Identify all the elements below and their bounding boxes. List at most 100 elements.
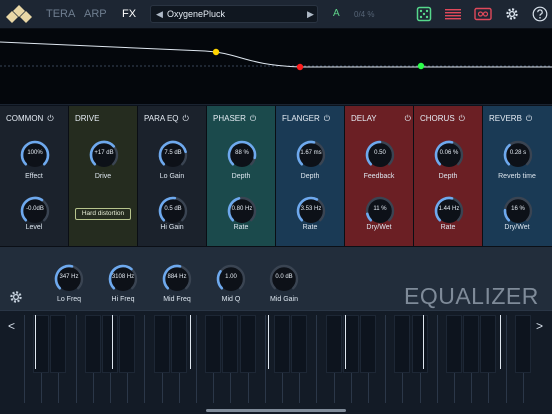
black-key[interactable]: [222, 315, 239, 373]
tab-fx[interactable]: FX: [122, 8, 136, 20]
hi-freq-label: Hi Freq: [111, 296, 135, 303]
lo-freq-knob[interactable]: 347 Hz: [53, 263, 85, 295]
curve-point-1[interactable]: [212, 48, 220, 56]
black-key[interactable]: [50, 315, 67, 373]
mid-freq-value: 884 Hz: [167, 274, 187, 280]
power-icon[interactable]: ⏻: [47, 114, 53, 124]
fx-reverb-panel: REVERB ⏻ 0.28 s Reverb time 16 % Dry/Wet: [483, 106, 552, 246]
black-key[interactable]: [480, 315, 497, 373]
hi-gain-value: 0.5 dB: [164, 206, 182, 212]
piano-keyboard[interactable]: < >: [0, 310, 552, 414]
effect-knob[interactable]: 100%: [19, 139, 51, 171]
lo-freq-label: Lo Freq: [56, 296, 82, 303]
curve-point-3[interactable]: [417, 62, 425, 70]
phaser-rate-knob[interactable]: 0.80 Hz: [226, 195, 258, 227]
tab-arp[interactable]: ARP: [84, 8, 107, 20]
mid-q-knob[interactable]: 1.00: [215, 263, 247, 295]
delay-drywet-knob[interactable]: 11 %: [364, 195, 396, 227]
chorus-depth-knob[interactable]: 0.06 %: [433, 139, 465, 171]
help-icon[interactable]: [532, 6, 548, 22]
black-key[interactable]: [205, 315, 222, 373]
power-icon[interactable]: ⏻: [183, 114, 189, 124]
phaser-depth-knob[interactable]: 88 %: [226, 139, 258, 171]
hard-distortion-button[interactable]: Hard distortion: [75, 208, 131, 220]
black-key[interactable]: [446, 315, 462, 373]
fx-drive-title: DRIVE: [75, 114, 100, 123]
mid-freq-label: Mid Freq: [163, 296, 191, 303]
level-knob[interactable]: -0.0dB: [19, 195, 51, 227]
white-key-edge: [385, 315, 387, 403]
delay-feedback-knob[interactable]: 0.50: [364, 139, 396, 171]
white-key-edge: [75, 315, 77, 403]
preset-selector[interactable]: ◀ OxygenePluck ▶: [150, 5, 318, 23]
hi-gain-label: Hi Gain: [160, 224, 184, 231]
record-icon[interactable]: [474, 6, 492, 22]
flanger-rate-knob[interactable]: 3.53 Hz: [295, 195, 327, 227]
key-marker: [112, 315, 113, 369]
hi-freq-value: 3108 Hz: [111, 274, 135, 280]
key-marker: [35, 315, 36, 369]
black-key[interactable]: [360, 315, 376, 373]
white-key-edge: [144, 315, 146, 403]
mid-q-label: Mid Q: [221, 296, 241, 303]
power-icon[interactable]: ⏻: [250, 114, 256, 124]
home-indicator: [206, 409, 346, 412]
key-marker: [268, 315, 269, 369]
black-key[interactable]: [84, 315, 101, 373]
lo-gain-value: 7.5 dB: [164, 150, 182, 156]
black-key[interactable]: [291, 315, 308, 373]
drive-label: Drive: [94, 173, 112, 180]
black-key[interactable]: [153, 315, 170, 373]
chorus-rate-knob[interactable]: 1.44 Hz: [433, 195, 465, 227]
fx-chorus-panel: CHORUS ⏻ 0.06 % Depth 1.44 Hz Rate: [414, 106, 483, 246]
hi-gain-knob[interactable]: 0.5 dB: [157, 195, 189, 227]
logo-icon[interactable]: [6, 4, 32, 24]
black-key[interactable]: [170, 315, 187, 373]
black-key[interactable]: [463, 315, 480, 373]
black-key[interactable]: [239, 315, 256, 373]
phaser-depth-value: 88 %: [235, 150, 249, 156]
phaser-rate-label: Rate: [233, 224, 249, 231]
black-key[interactable]: [514, 315, 531, 373]
tab-tera[interactable]: TERA: [46, 8, 75, 20]
black-key[interactable]: [274, 315, 290, 373]
key-marker: [345, 315, 346, 369]
black-key[interactable]: [102, 315, 118, 373]
previous-preset-icon[interactable]: ◀: [156, 9, 163, 20]
chorus-rate-label: Rate: [440, 224, 456, 231]
lo-gain-knob[interactable]: 7.5 dB: [157, 139, 189, 171]
flanger-depth-knob[interactable]: 1.67 ms: [295, 139, 327, 171]
drive-knob[interactable]: +17 dB: [88, 139, 120, 171]
black-key[interactable]: [411, 315, 428, 373]
mid-q-value: 1.00: [225, 274, 237, 280]
curve-point-2[interactable]: [296, 63, 304, 71]
white-key-edge: [196, 315, 197, 403]
bars-icon[interactable]: [444, 6, 462, 22]
fx-paraeq-panel: PARA EQ ⏻ 7.5 dB Lo Gain 0.5 dB Hi Gain: [138, 106, 207, 246]
chorus-depth-value: 0.06 %: [439, 150, 459, 156]
power-icon[interactable]: ⏻: [526, 114, 532, 124]
gear-icon[interactable]: [504, 6, 520, 22]
reverb-time-knob[interactable]: 0.28 s: [502, 139, 534, 171]
power-icon[interactable]: ⏻: [459, 114, 465, 124]
power-icon[interactable]: ⏻: [324, 114, 330, 124]
mid-gain-knob[interactable]: 0.0 dB: [268, 263, 300, 295]
reverb-drywet-knob[interactable]: 16 %: [502, 195, 534, 227]
mid-freq-knob[interactable]: 884 Hz: [161, 263, 193, 295]
black-key[interactable]: [394, 315, 411, 373]
next-preset-icon[interactable]: ▶: [307, 9, 314, 20]
black-key[interactable]: [325, 315, 342, 373]
black-key[interactable]: [119, 315, 136, 373]
settings-gear-icon[interactable]: [8, 289, 24, 305]
hi-freq-knob[interactable]: 3108 Hz: [107, 263, 139, 295]
ab-compare-button[interactable]: A: [333, 8, 340, 19]
power-icon[interactable]: ⏻: [405, 114, 411, 124]
equalizer-title: EQUALIZER: [404, 283, 539, 309]
reverb-drywet-value: 16 %: [511, 206, 525, 212]
envelope-curve-display[interactable]: [0, 29, 552, 105]
fx-reverb-title: REVERB ⏻: [489, 114, 533, 124]
dice-icon[interactable]: [416, 6, 432, 22]
octave-up-button[interactable]: >: [536, 319, 543, 333]
white-key-edge: [316, 315, 318, 403]
octave-down-button[interactable]: <: [8, 319, 15, 333]
